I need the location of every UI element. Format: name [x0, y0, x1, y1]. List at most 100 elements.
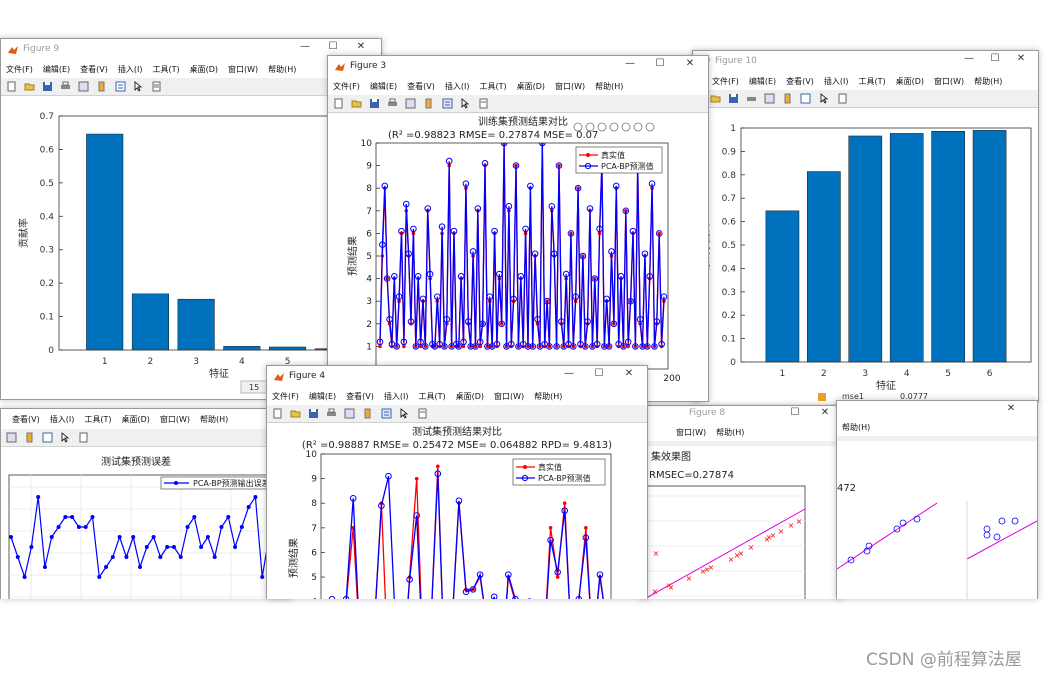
- figure4-window[interactable]: Figure 4 — ☐ ✕ 文件(F) 编辑(E) 查看(V) 插入(I) 工具(T)…: [266, 365, 648, 599]
- maximize-button[interactable]: ☐: [646, 58, 674, 69]
- pointer-icon[interactable]: [133, 81, 144, 92]
- close-button[interactable]: ✕: [347, 41, 375, 52]
- menu-desktop[interactable]: 桌面(D): [451, 390, 489, 402]
- save-icon[interactable]: [728, 93, 739, 104]
- minimize-button[interactable]: —: [955, 53, 983, 64]
- menu-edit[interactable]: 编辑(E): [744, 75, 781, 87]
- link-plot-icon[interactable]: [405, 98, 416, 109]
- save-icon[interactable]: [42, 81, 53, 92]
- menu-edit[interactable]: 编辑(E): [304, 390, 341, 402]
- insert-legend-icon[interactable]: [381, 408, 392, 419]
- menu-tools[interactable]: 工具(T): [474, 80, 511, 92]
- maximize-button[interactable]: ☐: [781, 407, 809, 418]
- menu-help[interactable]: 帮助(H): [590, 80, 628, 92]
- right-figure-titlebar[interactable]: ✕: [837, 401, 1037, 421]
- open-file-icon[interactable]: [290, 408, 301, 419]
- maximize-button[interactable]: ☐: [319, 41, 347, 52]
- right-figure-window[interactable]: ✕ 帮助(H) 472: [836, 400, 1038, 599]
- print-icon[interactable]: [387, 98, 398, 109]
- menu-insert[interactable]: 插入(I): [440, 80, 475, 92]
- open-file-icon[interactable]: [710, 93, 721, 104]
- insert-legend-icon[interactable]: [800, 93, 811, 104]
- figure9-window[interactable]: Figure 9 — ☐ ✕ 文件(F) 编辑(E) 查看(V) 插入(I) 工具(T)…: [0, 38, 382, 400]
- menu-insert[interactable]: 插入(I): [113, 63, 148, 75]
- property-inspector-icon[interactable]: [78, 432, 89, 443]
- menu-file[interactable]: 文件(F): [707, 75, 744, 87]
- figure10-window[interactable]: Figure 10 — ☐ ✕ 文件(F) 编辑(E) 查看(V) 插入(I) 工具(T…: [692, 50, 1039, 402]
- menu-desktop[interactable]: 桌面(D): [116, 413, 154, 425]
- figure8-titlebar[interactable]: Figure 8 ☐ ✕: [641, 406, 841, 426]
- menu-insert[interactable]: 插入(I): [45, 413, 80, 425]
- print-icon[interactable]: [60, 81, 71, 92]
- menu-view[interactable]: 查看(V): [7, 413, 45, 425]
- save-icon[interactable]: [308, 408, 319, 419]
- minimize-button[interactable]: —: [616, 58, 644, 69]
- menu-desktop[interactable]: 桌面(D): [185, 63, 223, 75]
- open-file-icon[interactable]: [24, 81, 35, 92]
- insert-colorbar-icon[interactable]: [782, 93, 793, 104]
- insert-legend-icon[interactable]: [42, 432, 53, 443]
- menu-tools[interactable]: 工具(T): [853, 75, 890, 87]
- close-button[interactable]: ✕: [676, 58, 704, 69]
- pointer-icon[interactable]: [460, 98, 471, 109]
- menu-help[interactable]: 帮助(H): [969, 75, 1007, 87]
- maximize-button[interactable]: ☐: [585, 368, 613, 379]
- menu-window[interactable]: 窗口(W): [671, 426, 711, 438]
- close-button[interactable]: ✕: [997, 403, 1025, 414]
- menu-file[interactable]: 文件(F): [1, 63, 38, 75]
- menu-view[interactable]: 查看(V): [75, 63, 113, 75]
- pointer-icon[interactable]: [819, 93, 830, 104]
- figure4-titlebar[interactable]: Figure 4 — ☐ ✕: [267, 366, 647, 390]
- menu-view[interactable]: 查看(V): [781, 75, 819, 87]
- open-file-icon[interactable]: [351, 98, 362, 109]
- insert-legend-icon[interactable]: [115, 81, 126, 92]
- close-button[interactable]: ✕: [811, 407, 839, 418]
- menu-help[interactable]: 帮助(H): [529, 390, 567, 402]
- maximize-button[interactable]: ☐: [981, 53, 1009, 64]
- menu-edit[interactable]: 编辑(E): [38, 63, 75, 75]
- insert-colorbar-icon[interactable]: [96, 81, 107, 92]
- link-plot-icon[interactable]: [344, 408, 355, 419]
- menu-file[interactable]: 文件(F): [267, 390, 304, 402]
- link-plot-icon[interactable]: [78, 81, 89, 92]
- menu-insert[interactable]: 插入(I): [379, 390, 414, 402]
- error-figure-window[interactable]: 查看(V) 插入(I) 工具(T) 桌面(D) 窗口(W) 帮助(H) 测试集预测误差 PC…: [0, 408, 292, 599]
- property-inspector-icon[interactable]: [151, 81, 162, 92]
- minimize-button[interactable]: —: [555, 368, 583, 379]
- menu-view[interactable]: 查看(V): [402, 80, 440, 92]
- link-plot-icon[interactable]: [6, 432, 17, 443]
- menu-window[interactable]: 窗口(W): [489, 390, 529, 402]
- figure8-window[interactable]: Figure 8 ☐ ✕ 窗口(W) 帮助(H) 集效果图 RMSEC=0.2787…: [640, 405, 842, 599]
- new-figure-icon[interactable]: [6, 81, 17, 92]
- figure3-titlebar[interactable]: Figure 3 — ☐ ✕: [328, 56, 708, 80]
- menu-window[interactable]: 窗口(W): [550, 80, 590, 92]
- link-plot-icon[interactable]: [764, 93, 775, 104]
- menu-view[interactable]: 查看(V): [341, 390, 379, 402]
- print-icon[interactable]: [746, 93, 757, 104]
- menu-edit[interactable]: 编辑(E): [365, 80, 402, 92]
- menu-window[interactable]: 窗口(W): [929, 75, 969, 87]
- property-inspector-icon[interactable]: [478, 98, 489, 109]
- insert-colorbar-icon[interactable]: [24, 432, 35, 443]
- menu-help[interactable]: 帮助(H): [263, 63, 301, 75]
- menu-tools[interactable]: 工具(T): [79, 413, 116, 425]
- menu-insert[interactable]: 插入(I): [819, 75, 854, 87]
- menu-window[interactable]: 窗口(W): [155, 413, 195, 425]
- new-figure-icon[interactable]: [333, 98, 344, 109]
- pointer-icon[interactable]: [60, 432, 71, 443]
- minimize-button[interactable]: —: [291, 41, 319, 52]
- menu-desktop[interactable]: 桌面(D): [891, 75, 929, 87]
- menu-file[interactable]: 文件(F): [328, 80, 365, 92]
- figure3-window[interactable]: Figure 3 — ☐ ✕ 文件(F) 编辑(E) 查看(V) 插入(I) 工具(T)…: [327, 55, 709, 402]
- menu-help[interactable]: 帮助(H): [195, 413, 233, 425]
- print-icon[interactable]: [326, 408, 337, 419]
- menu-window[interactable]: 窗口(W): [223, 63, 263, 75]
- property-inspector-icon[interactable]: [417, 408, 428, 419]
- pointer-icon[interactable]: [399, 408, 410, 419]
- new-figure-icon[interactable]: [272, 408, 283, 419]
- property-inspector-icon[interactable]: [837, 93, 848, 104]
- menu-help[interactable]: 帮助(H): [837, 421, 875, 433]
- menu-help[interactable]: 帮助(H): [711, 426, 749, 438]
- figure9-titlebar[interactable]: Figure 9 — ☐ ✕: [1, 39, 381, 63]
- insert-colorbar-icon[interactable]: [423, 98, 434, 109]
